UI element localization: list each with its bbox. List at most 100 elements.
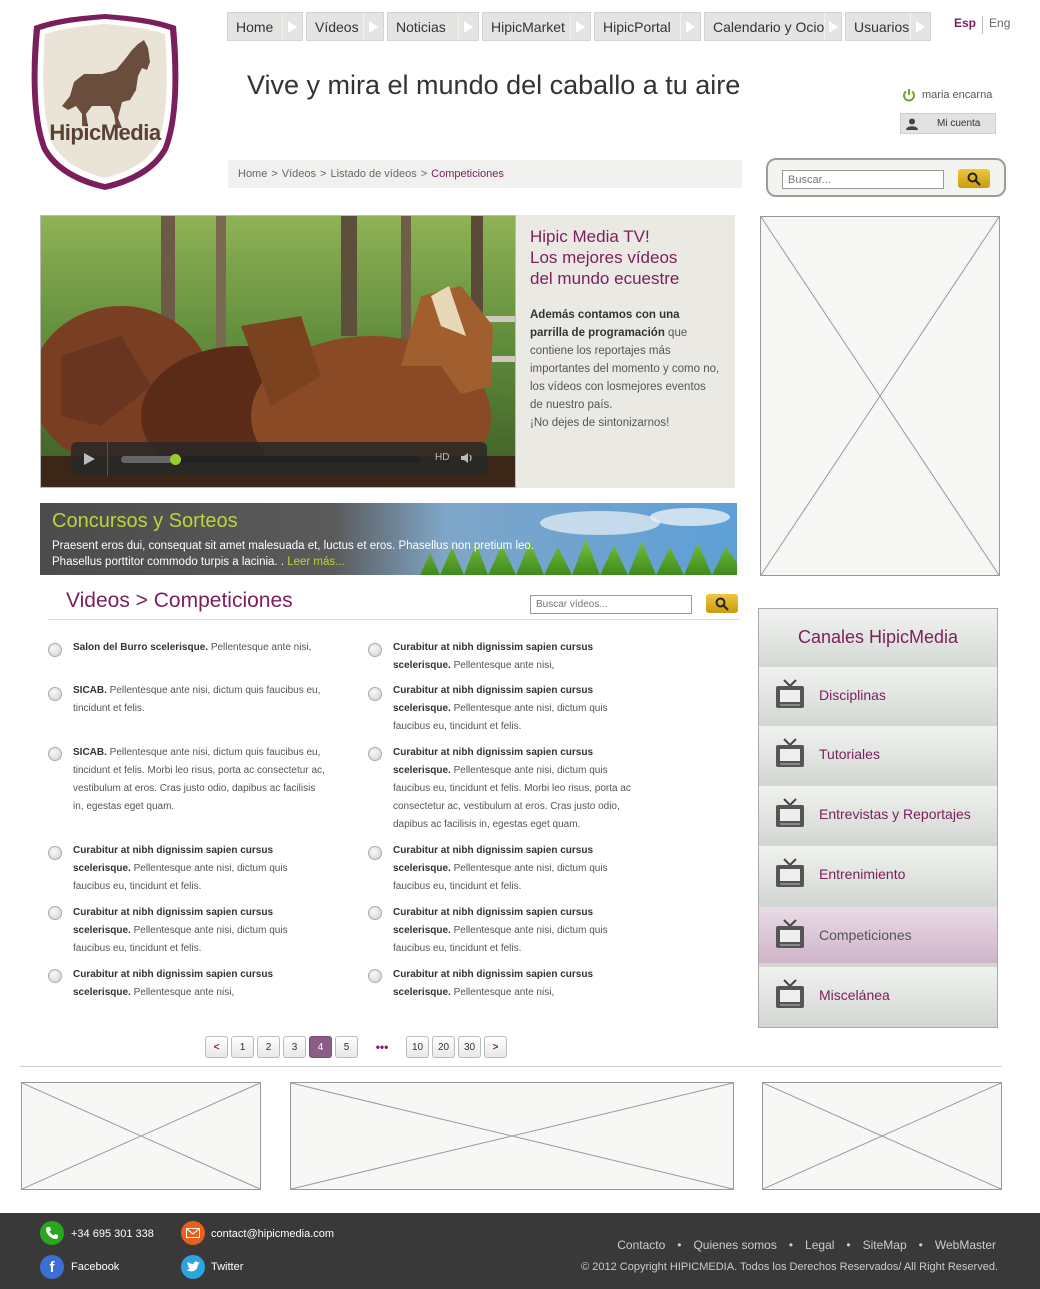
channel-miscelanea[interactable]: Miscelánea	[759, 967, 997, 1023]
list-item[interactable]: SICAB. Pellentesque ante nisi, dictum qu…	[73, 744, 328, 816]
radio-icon[interactable]	[48, 969, 62, 983]
volume-icon[interactable]	[460, 451, 474, 465]
page-button[interactable]: 30	[458, 1036, 481, 1058]
my-account-button[interactable]: Mi cuenta	[900, 113, 996, 134]
channel-disciplinas[interactable]: Disciplinas	[759, 667, 997, 723]
list-item[interactable]: Curabitur at nibh dignissim sapien cursu…	[393, 966, 633, 1002]
video-player[interactable]: HD	[40, 215, 516, 488]
seek-bar[interactable]	[121, 454, 421, 465]
footer-link-contacto[interactable]: Contacto	[617, 1238, 665, 1252]
arrow-right-icon	[910, 13, 930, 40]
radio-icon[interactable]	[48, 687, 62, 701]
nav-usuarios[interactable]: Usuarios	[845, 12, 931, 41]
breadcrumb-separator: >	[320, 168, 327, 180]
page-button[interactable]: 2	[257, 1036, 280, 1058]
site-logo[interactable]: HipicMedia	[26, 10, 184, 192]
hd-toggle[interactable]: HD	[435, 452, 449, 463]
ad-placeholder[interactable]	[21, 1082, 261, 1190]
ad-placeholder[interactable]	[762, 1082, 1002, 1190]
radio-icon[interactable]	[368, 643, 382, 657]
page-button[interactable]: 3	[283, 1036, 306, 1058]
page-button[interactable]: 1	[231, 1036, 254, 1058]
radio-icon[interactable]	[48, 906, 62, 920]
nav-noticias[interactable]: Noticias	[387, 12, 479, 41]
radio-icon[interactable]	[48, 846, 62, 860]
breadcrumb-separator: >	[420, 168, 428, 180]
tv-promo-text: Además contamos con una parrilla de prog…	[530, 309, 720, 429]
read-more-link[interactable]: Leer más...	[287, 556, 345, 568]
footer-link-quienes-somos[interactable]: Quienes somos	[693, 1238, 776, 1252]
nav-hipicportal[interactable]: HipicPortal	[594, 12, 701, 41]
nav-home[interactable]: Home	[227, 12, 303, 41]
breadcrumb-videos[interactable]: Vídeos	[282, 168, 316, 180]
channel-entrenimiento[interactable]: Entrenimiento	[759, 846, 997, 902]
footer-links: Contacto • Quienes somos • Legal • SiteM…	[617, 1238, 996, 1252]
ad-placeholder[interactable]	[760, 216, 1000, 576]
breadcrumb-list[interactable]: Listado de vídeos	[330, 168, 416, 180]
ad-placeholder[interactable]	[290, 1082, 734, 1190]
nav-calendario[interactable]: Calendario y Ocio	[704, 12, 842, 41]
list-item[interactable]: Curabitur at nibh dignissim sapien cursu…	[393, 682, 633, 736]
footer-facebook[interactable]: Facebook	[71, 1261, 119, 1273]
list-item[interactable]: Curabitur at nibh dignissim sapien cursu…	[393, 904, 633, 958]
page-button[interactable]: 5	[335, 1036, 358, 1058]
user-name: maria encarna	[922, 89, 993, 101]
section-title: Videos > Competiciones	[66, 589, 293, 612]
main-nav: Home Vídeos Noticias HipicMarket HipicPo…	[227, 12, 931, 41]
ad-placeholder-cross	[762, 1082, 1002, 1190]
page-button[interactable]: 20	[432, 1036, 455, 1058]
radio-icon[interactable]	[368, 687, 382, 701]
list-item[interactable]: Salon del Burro scelerisque. Pellentesqu…	[73, 639, 328, 657]
logo-text: HipicMedia	[49, 120, 161, 145]
facebook-icon[interactable]: f	[40, 1255, 64, 1279]
next-page-button[interactable]: >	[484, 1036, 507, 1058]
channel-tutoriales[interactable]: Tutoriales	[759, 726, 997, 782]
footer-phone[interactable]: +34 695 301 338	[71, 1228, 154, 1240]
list-item[interactable]: Curabitur at nibh dignissim sapien cursu…	[393, 639, 633, 675]
play-icon[interactable]	[81, 451, 97, 467]
power-icon[interactable]	[902, 88, 916, 102]
list-item[interactable]: Curabitur at nibh dignissim sapien cursu…	[73, 966, 308, 1002]
list-item[interactable]: Curabitur at nibh dignissim sapien cursu…	[73, 904, 308, 958]
radio-icon[interactable]	[48, 747, 62, 761]
video-search-button[interactable]	[706, 594, 738, 613]
radio-icon[interactable]	[368, 969, 382, 983]
channel-competiciones[interactable]: Competiciones	[759, 907, 997, 963]
footer-link-legal[interactable]: Legal	[805, 1238, 834, 1252]
page-button-active[interactable]: 4	[309, 1036, 332, 1058]
search-input[interactable]	[782, 170, 944, 189]
lang-esp[interactable]: Esp	[954, 16, 976, 34]
nav-videos[interactable]: Vídeos	[306, 12, 384, 41]
list-item[interactable]: Curabitur at nibh dignissim sapien cursu…	[393, 744, 633, 834]
user-status: maria encarna	[902, 88, 992, 102]
radio-icon[interactable]	[368, 846, 382, 860]
footer-email[interactable]: contact@hipicmedia.com	[211, 1228, 334, 1240]
twitter-icon[interactable]	[181, 1255, 205, 1279]
ad-placeholder-cross	[21, 1082, 261, 1190]
radio-icon[interactable]	[368, 906, 382, 920]
footer-twitter[interactable]: Twitter	[211, 1261, 243, 1273]
radio-icon[interactable]	[48, 643, 62, 657]
footer-link-sitemap[interactable]: SiteMap	[863, 1238, 907, 1252]
lang-eng[interactable]: Eng	[989, 16, 1010, 34]
list-item[interactable]: SICAB. Pellentesque ante nisi, dictum qu…	[73, 682, 328, 718]
my-account-label: Mi cuenta	[937, 118, 981, 129]
nav-hipicmarket[interactable]: HipicMarket	[482, 12, 591, 41]
page-button[interactable]: 10	[406, 1036, 429, 1058]
list-item[interactable]: Curabitur at nibh dignissim sapien cursu…	[73, 842, 308, 896]
seek-handle[interactable]	[170, 454, 181, 465]
prev-page-button[interactable]: <	[205, 1036, 228, 1058]
search-button[interactable]	[958, 169, 990, 188]
tv-icon	[775, 678, 805, 713]
radio-icon[interactable]	[368, 747, 382, 761]
phone-icon	[40, 1221, 64, 1245]
control-divider	[107, 442, 108, 476]
channel-entrevistas[interactable]: Entrevistas y Reportajes	[759, 786, 997, 842]
footer-link-separator: •	[788, 1238, 794, 1252]
list-item[interactable]: Curabitur at nibh dignissim sapien cursu…	[393, 842, 633, 896]
video-search-input[interactable]	[530, 595, 692, 614]
search-icon	[715, 597, 729, 611]
footer-link-webmaster[interactable]: WebMaster	[935, 1238, 996, 1252]
breadcrumb-home[interactable]: Home	[238, 168, 267, 180]
arrow-right-icon	[458, 13, 478, 40]
